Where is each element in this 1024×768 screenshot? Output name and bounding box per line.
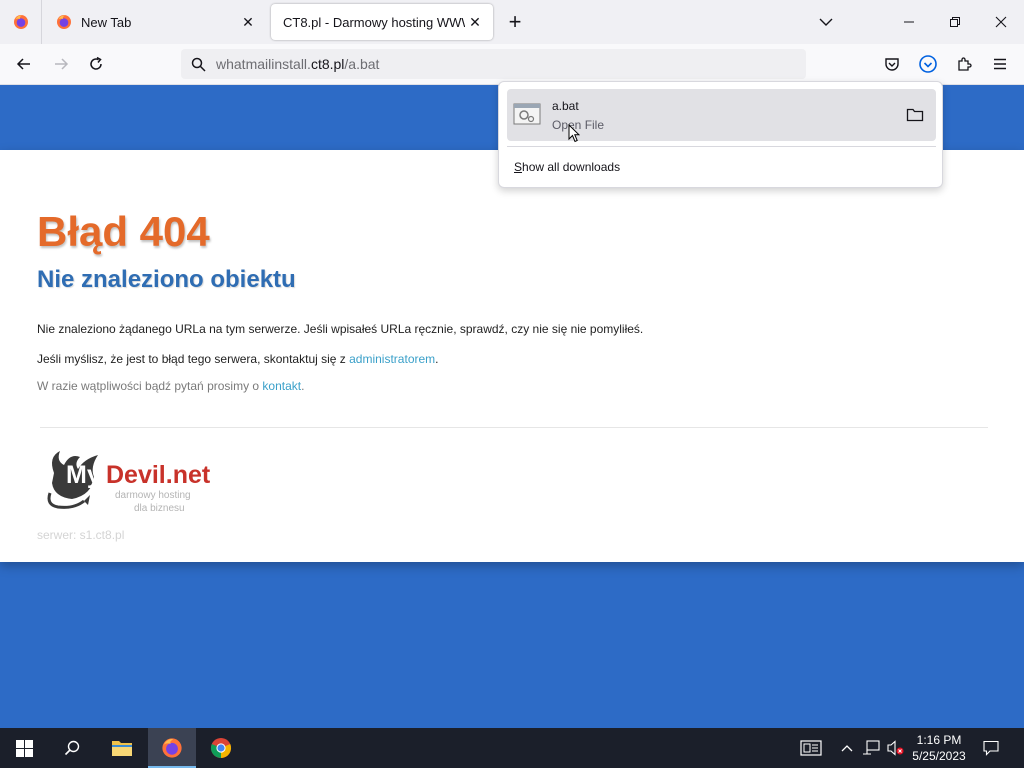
pocket-button[interactable] [877, 49, 907, 79]
new-tab-button[interactable]: + [503, 9, 527, 34]
arrow-left-icon [16, 58, 30, 70]
downloads-panel: a.bat Open File Show all downloads [498, 81, 943, 188]
restore-button[interactable] [932, 0, 978, 44]
mouse-cursor-icon [568, 124, 580, 143]
start-button[interactable] [0, 728, 48, 768]
windows-logo-icon [15, 739, 33, 757]
firefox-icon [162, 738, 182, 758]
app-menu-button[interactable] [985, 49, 1015, 79]
show-in-folder-button[interactable] [905, 105, 925, 125]
list-all-tabs-button[interactable] [815, 12, 837, 32]
minimize-icon [904, 21, 914, 23]
file-explorer-button[interactable] [98, 728, 146, 768]
svg-text:darmowy hosting: darmowy hosting [115, 490, 191, 501]
folder-icon [112, 741, 132, 756]
chrome-taskbar-button[interactable] [197, 728, 245, 768]
firefox-icon [57, 15, 71, 29]
tab-title: CT8.pl - Darmowy hosting WWW - [283, 14, 465, 30]
hamburger-menu-icon [994, 58, 1006, 70]
firefox-icon [13, 15, 28, 29]
error-title: Błąd 404 [37, 208, 210, 255]
svg-text:dla biznesu: dla biznesu [134, 503, 185, 514]
search-icon [64, 740, 80, 756]
windows-taskbar: 1:16 PM 5/25/2023 [0, 728, 1024, 768]
error-message: Nie znaleziono żądanego URLa na tym serw… [37, 322, 644, 336]
chrome-icon [210, 738, 232, 759]
downloads-button[interactable] [913, 49, 943, 79]
administrator-link[interactable]: administratorem [349, 352, 435, 366]
firefox-taskbar-button[interactable] [148, 728, 196, 768]
tab-ct8[interactable]: CT8.pl - Darmowy hosting WWW - ✕ [271, 4, 493, 40]
svg-text:My: My [66, 461, 101, 489]
download-file-name: a.bat [552, 99, 579, 113]
close-window-button[interactable] [978, 0, 1024, 44]
server-name: serwer: s1.ct8.pl [37, 528, 125, 542]
folder-icon [906, 108, 924, 122]
chevron-up-icon [841, 745, 853, 752]
system-clock[interactable]: 1:16 PM 5/25/2023 [906, 732, 972, 764]
url-text: whatmailinstall.ct8.pl/a.bat [216, 56, 380, 72]
extensions-button[interactable] [949, 49, 979, 79]
contact-text: W razie wątpliwości bądź pytań prosimy o… [37, 379, 305, 393]
separator [507, 146, 936, 147]
back-button[interactable] [9, 49, 39, 79]
search-button[interactable] [48, 728, 96, 768]
arrow-right-icon [55, 58, 69, 70]
network-button[interactable] [860, 728, 882, 768]
volume-button[interactable] [884, 728, 906, 768]
close-tab-icon[interactable]: ✕ [465, 12, 485, 32]
close-tab-icon[interactable]: ✕ [238, 12, 258, 32]
show-hidden-icons-button[interactable] [838, 728, 856, 768]
minimize-button[interactable] [886, 0, 932, 44]
error-subtitle: Nie znaleziono obiektu [37, 266, 296, 293]
contact-admin-text: Jeśli myślisz, że jest to błąd tego serw… [37, 352, 439, 366]
navigation-toolbar: whatmailinstall.ct8.pl/a.bat [0, 44, 1024, 85]
clock-time: 1:16 PM [916, 733, 962, 747]
action-center-button[interactable] [976, 728, 1006, 768]
clock-date: 5/25/2023 [912, 749, 966, 763]
search-icon [189, 55, 207, 73]
tab-new-tab[interactable]: New Tab ✕ [44, 4, 266, 40]
firefox-view-button[interactable] [0, 0, 42, 44]
download-complete-icon [919, 55, 937, 73]
notification-icon [983, 740, 999, 756]
mydevil-logo: My Devil.net darmowy hosting dla biznesu [47, 451, 211, 514]
batch-file-icon [513, 103, 541, 125]
divider [40, 427, 988, 428]
puzzle-icon [958, 57, 972, 71]
contact-link[interactable]: kontakt [262, 379, 301, 393]
restore-icon [950, 17, 960, 27]
reload-button[interactable] [81, 49, 111, 79]
volume-muted-icon [887, 740, 904, 756]
network-icon [863, 740, 880, 755]
news-icon [800, 740, 822, 756]
close-icon [995, 16, 1007, 28]
chevron-down-icon [819, 18, 833, 26]
tab-title: New Tab [81, 14, 132, 30]
svg-text:Devil.net: Devil.net [106, 461, 211, 489]
news-widget-button[interactable] [796, 728, 826, 768]
forward-button[interactable] [46, 49, 76, 79]
show-all-downloads-button[interactable]: Show all downloads [514, 160, 620, 174]
pocket-icon [885, 58, 899, 71]
url-bar[interactable]: whatmailinstall.ct8.pl/a.bat [181, 49, 806, 79]
tab-strip: New Tab ✕ CT8.pl - Darmowy hosting WWW -… [0, 0, 1024, 44]
reload-icon [90, 56, 102, 70]
error-content-card: Błąd 404 Nie znaleziono obiektu Nie znal… [0, 150, 1024, 562]
